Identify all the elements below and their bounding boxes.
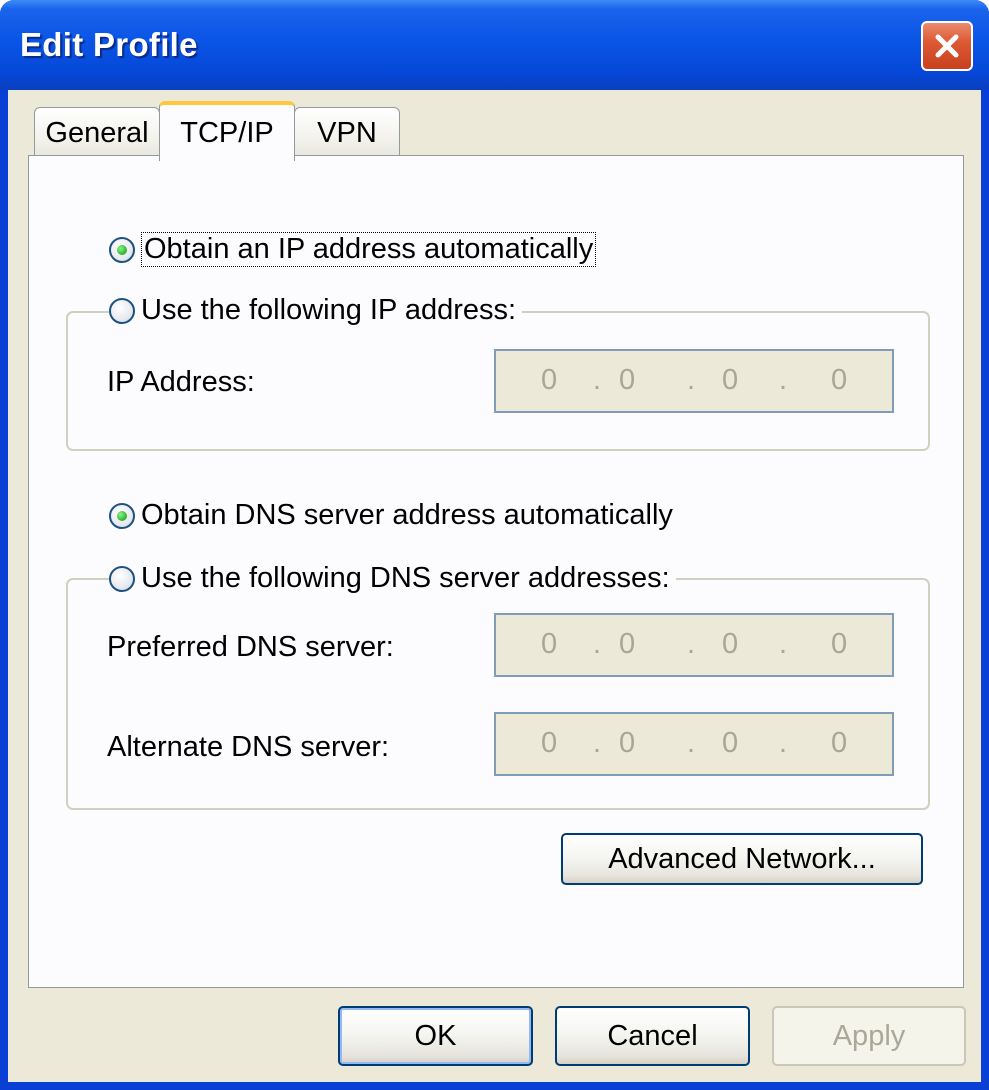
tab-tcpip[interactable]: TCP/IP (159, 101, 295, 161)
tab-vpn[interactable]: VPN (294, 107, 400, 159)
preferred-dns-field[interactable]: 0. 0. 0. 0 (494, 613, 894, 677)
title-bar[interactable]: Edit Profile (0, 0, 989, 90)
close-button[interactable] (921, 21, 973, 71)
radio-selected-icon (109, 236, 135, 263)
alternate-dns-field[interactable]: 0. 0. 0. 0 (494, 712, 894, 776)
tcpip-tab-panel: Obtain an IP address automatically Use t… (28, 155, 964, 988)
close-icon (935, 34, 959, 58)
radio-unselected-icon (109, 565, 135, 592)
ip-address-field[interactable]: 0. 0. 0. 0 (494, 349, 894, 413)
dns-manual-label: Use the following DNS server addresses: (141, 562, 670, 594)
advanced-network-button[interactable]: Advanced Network... (561, 833, 923, 885)
ip-address-label: IP Address: (107, 366, 255, 398)
dns-manual-radio[interactable]: Use the following DNS server addresses: (109, 562, 676, 595)
ip-manual-label: Use the following IP address: (141, 294, 517, 326)
edit-profile-window: Edit Profile General TCP/IP VPN Obtain a… (0, 0, 989, 1090)
apply-button[interactable]: Apply (772, 1006, 966, 1066)
ip-auto-radio[interactable]: Obtain an IP address automatically (109, 232, 603, 267)
preferred-dns-label: Preferred DNS server: (107, 631, 394, 663)
dns-auto-radio[interactable]: Obtain DNS server address automatically (109, 499, 679, 532)
alternate-dns-label: Alternate DNS server: (107, 731, 390, 763)
ok-button[interactable]: OK (338, 1006, 533, 1066)
ip-auto-label: Obtain an IP address automatically (141, 232, 597, 267)
dns-auto-label: Obtain DNS server address automatically (141, 499, 673, 531)
window-title: Edit Profile (20, 26, 198, 63)
dialog-body: General TCP/IP VPN Obtain an IP address … (8, 90, 981, 1082)
cancel-button[interactable]: Cancel (555, 1006, 750, 1066)
ip-manual-radio[interactable]: Use the following IP address: (109, 294, 523, 327)
radio-unselected-icon (109, 297, 135, 324)
tab-general[interactable]: General (34, 107, 160, 159)
radio-selected-icon (109, 502, 135, 529)
